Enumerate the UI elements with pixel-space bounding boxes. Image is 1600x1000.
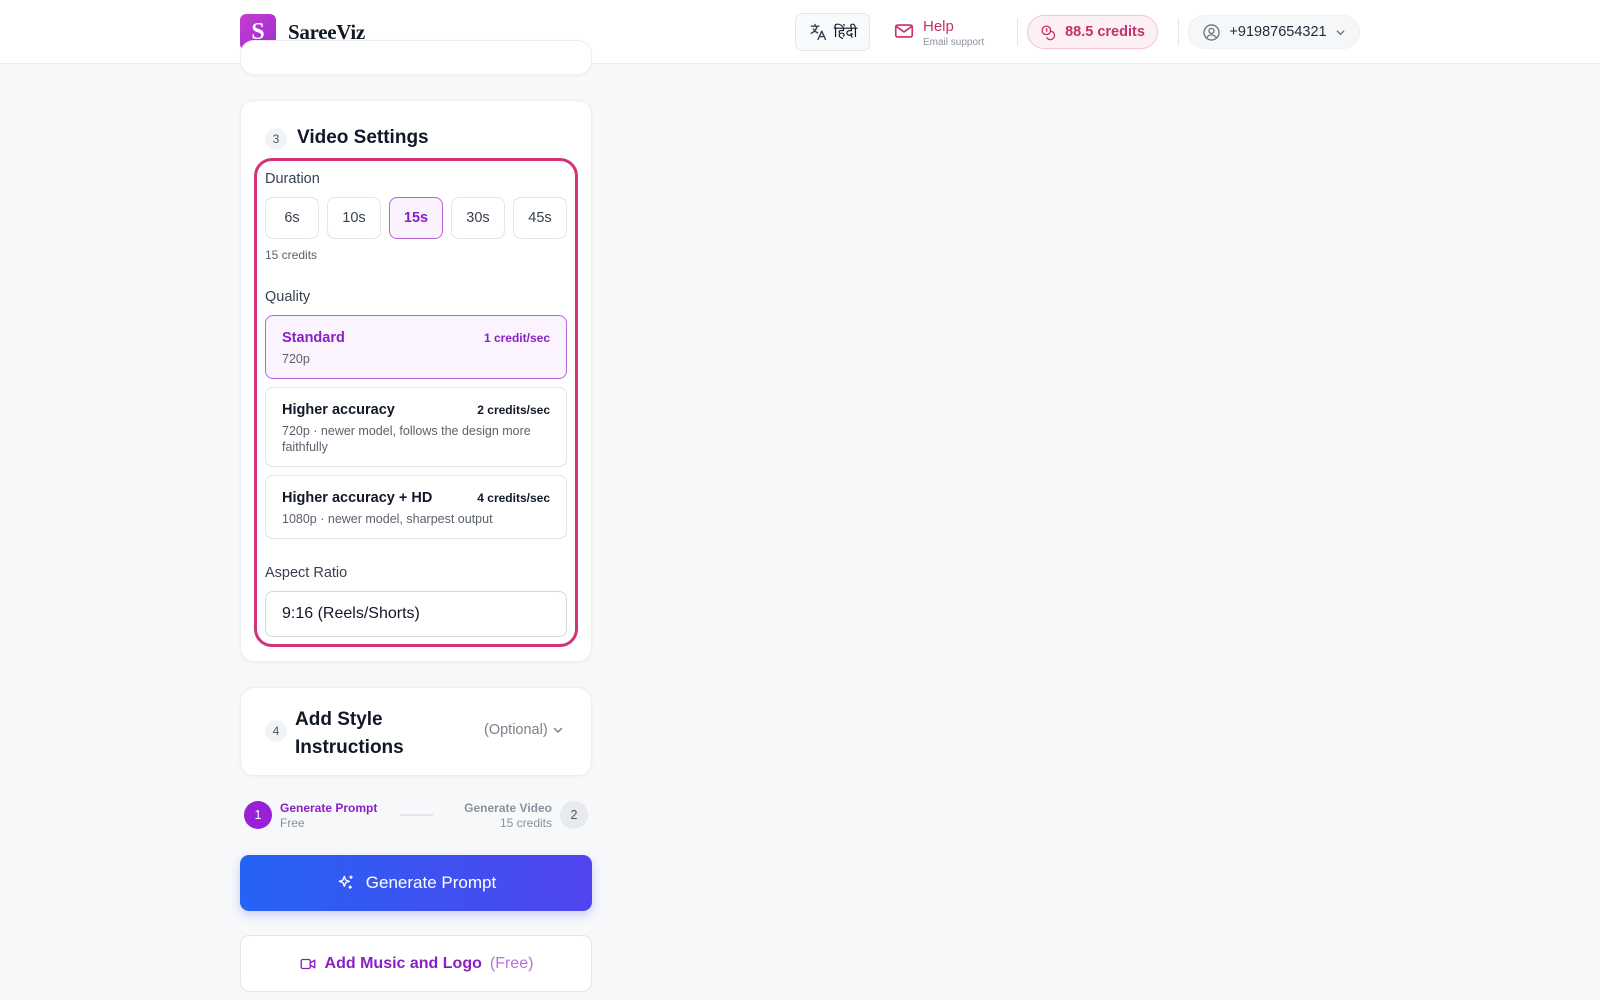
sparkles-icon xyxy=(338,875,353,889)
generate-prompt-button[interactable]: Generate Prompt xyxy=(240,855,592,911)
aspect-ratio-select[interactable]: 9:16 (Reels/Shorts) xyxy=(265,591,567,637)
help-title: Help xyxy=(923,17,954,35)
previous-section-card xyxy=(240,40,592,75)
chevron-down-icon xyxy=(1336,29,1344,35)
add-music-label: Add Music and Logo xyxy=(324,954,482,972)
step-1-title: Generate Prompt xyxy=(280,801,378,815)
header-divider xyxy=(1178,18,1179,46)
quality-option-rate: 4 credits/sec xyxy=(477,491,550,505)
add-music-logo-button[interactable]: Add Music and Logo (Free) xyxy=(240,935,592,992)
quality-option-name: Standard xyxy=(282,330,345,346)
quality-option-name: Higher accuracy xyxy=(282,402,395,418)
step-number: 4 xyxy=(265,720,287,742)
step-2-title: Generate Video xyxy=(464,801,552,815)
credits-badge[interactable]: 88.5 credits xyxy=(1027,15,1158,49)
quality-option-higher-accuracy-hd[interactable]: Higher accuracy + HD 4 credits/sec 1080p… xyxy=(265,475,567,539)
duration-credits-note: 15 credits xyxy=(265,248,318,262)
add-music-free-label: (Free) xyxy=(489,954,534,972)
optional-toggle[interactable]: (Optional) xyxy=(484,722,564,738)
style-instructions-title: Add Style Instructions xyxy=(295,706,404,762)
duration-label: Duration xyxy=(265,171,320,187)
quality-option-desc: 720p xyxy=(282,352,310,366)
video-icon xyxy=(300,958,315,969)
duration-option-10s[interactable]: 10s xyxy=(327,197,381,239)
duration-option-45s[interactable]: 45s xyxy=(513,197,567,239)
user-menu-button[interactable]: +91987654321 xyxy=(1188,15,1360,49)
step-1-subtitle: Free xyxy=(280,816,305,830)
generate-prompt-label: Generate Prompt xyxy=(365,873,497,892)
step-1-indicator: 1 xyxy=(244,801,272,829)
chevron-down-icon xyxy=(553,727,562,734)
duration-option-30s[interactable]: 30s xyxy=(451,197,505,239)
quality-option-desc: 1080p · newer model, sharpest output xyxy=(282,512,493,526)
credits-value: 88.5 credits xyxy=(1065,24,1145,40)
user-icon xyxy=(1203,23,1221,41)
style-title-line2: Instructions xyxy=(295,737,404,758)
duration-option-6s[interactable]: 6s xyxy=(265,197,319,239)
language-label: हिंदी xyxy=(833,24,858,41)
stepper-connector xyxy=(400,814,433,816)
step-number: 3 xyxy=(265,128,287,150)
quality-option-desc: 720p · newer model, follows the design m… xyxy=(282,424,531,454)
optional-label: (Optional) xyxy=(484,722,548,738)
section-title: Video Settings xyxy=(297,127,429,148)
quality-option-higher-accuracy[interactable]: Higher accuracy 2 credits/sec 720p · new… xyxy=(265,387,567,467)
help-link[interactable]: Help Email support xyxy=(893,16,984,50)
user-phone: +91987654321 xyxy=(1229,24,1327,40)
coins-icon xyxy=(1041,24,1056,40)
mail-icon xyxy=(893,20,915,47)
step-2-indicator: 2 xyxy=(560,801,588,829)
quality-option-rate: 2 credits/sec xyxy=(477,403,550,417)
duration-option-15s[interactable]: 15s xyxy=(389,197,443,239)
translate-icon xyxy=(810,23,826,41)
quality-option-name: Higher accuracy + HD xyxy=(282,490,433,506)
step-2-subtitle: 15 credits xyxy=(499,816,552,830)
style-title-line1: Add Style xyxy=(295,709,383,730)
help-subtitle: Email support xyxy=(923,36,985,48)
aspect-ratio-label: Aspect Ratio xyxy=(265,565,348,581)
language-toggle-button[interactable]: हिंदी xyxy=(795,13,870,51)
header-divider xyxy=(1017,18,1018,46)
quality-option-rate: 1 credit/sec xyxy=(483,331,550,345)
quality-option-standard[interactable]: Standard 1 credit/sec 720p xyxy=(265,315,567,379)
quality-label: Quality xyxy=(265,289,311,305)
